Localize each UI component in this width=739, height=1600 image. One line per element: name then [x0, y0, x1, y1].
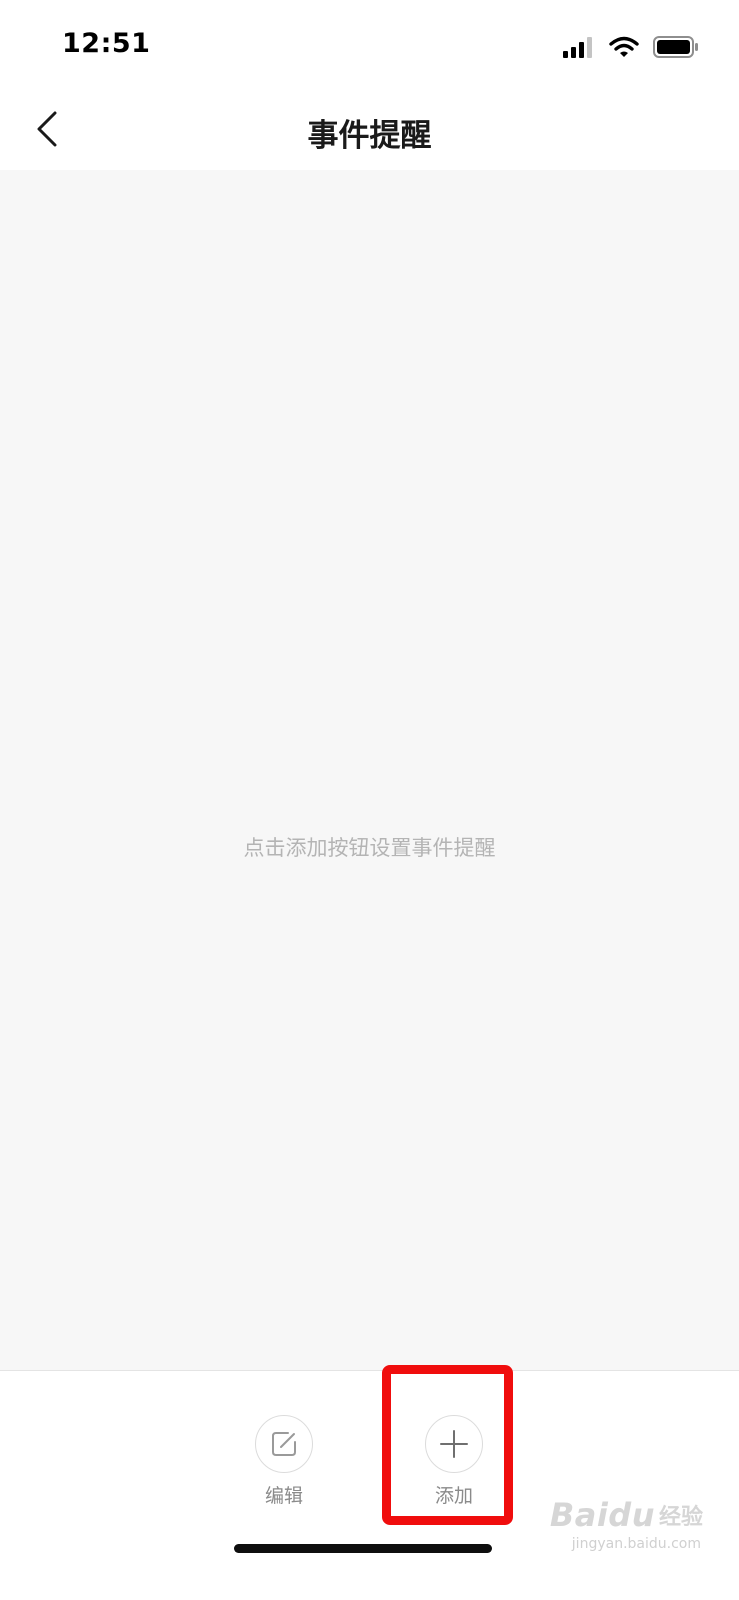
wifi-icon — [609, 36, 639, 57]
cellular-signal-icon — [563, 37, 592, 58]
add-button-highlight — [382, 1365, 513, 1525]
bottom-toolbar: 编辑 添加 — [0, 1370, 739, 1600]
page-title: 事件提醒 — [307, 118, 432, 154]
status-time: 12:51 — [62, 28, 151, 59]
status-icons — [563, 32, 699, 62]
battery-icon — [653, 36, 698, 58]
edit-button[interactable]: 编辑 — [234, 1415, 334, 1508]
watermark-url: jingyan.baidu.com — [571, 1536, 701, 1552]
home-indicator[interactable] — [234, 1544, 492, 1553]
baidu-jingyan-watermark: Baidu 经验 — [550, 1496, 703, 1534]
edit-button-label: 编辑 — [264, 1485, 303, 1507]
navigation-bar: 事件提醒 — [0, 90, 739, 170]
status-bar: 12:51 — [0, 0, 739, 90]
watermark-brand-cn: 经验 — [658, 1505, 703, 1530]
event-list-area: 点击添加按钮设置事件提醒 — [0, 170, 739, 1370]
edit-icon — [272, 1432, 296, 1456]
empty-state-hint: 点击添加按钮设置事件提醒 — [243, 836, 496, 860]
edit-button-circle[interactable] — [255, 1415, 313, 1473]
watermark-brand: Baidu — [549, 1496, 655, 1534]
